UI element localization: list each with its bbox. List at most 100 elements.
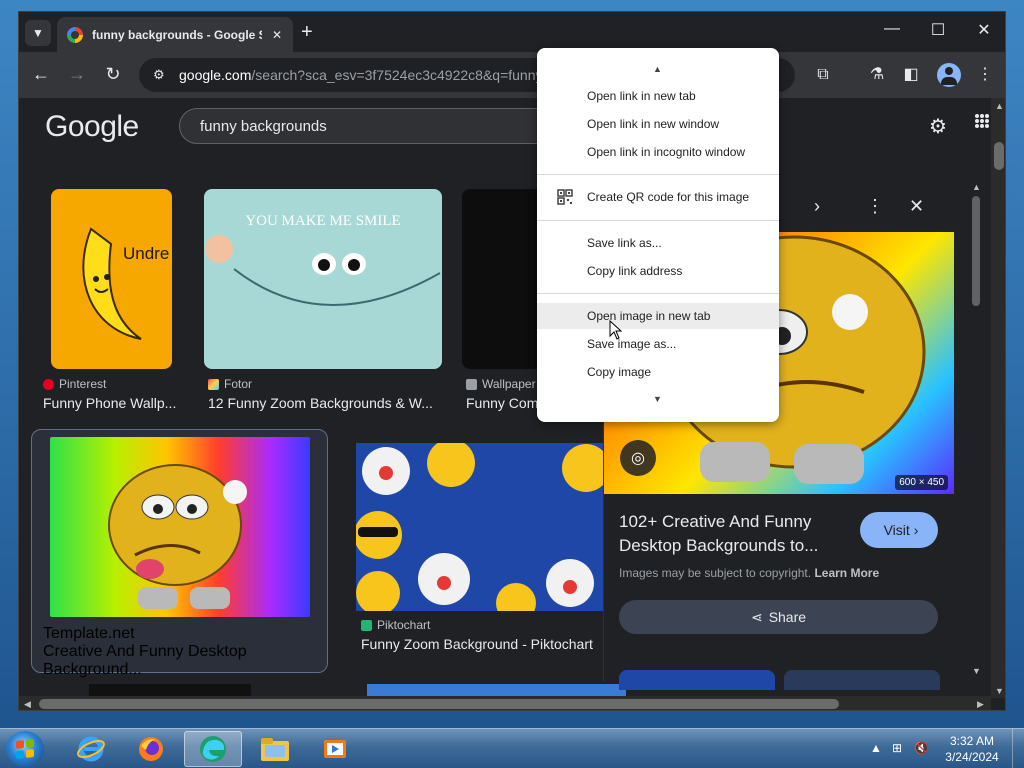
- menu-item-open-image-new-tab[interactable]: Open image in new tab: [537, 303, 779, 329]
- url-path: /search?sca_esv=3f7524ec3c4922c8&q=funny…: [251, 67, 551, 83]
- google-logo[interactable]: Google: [45, 110, 139, 144]
- minimize-button[interactable]: —: [877, 20, 907, 38]
- caret-down-icon[interactable]: ▼: [995, 686, 1004, 696]
- camera-lens-icon: ◎: [631, 450, 645, 467]
- panel-scrollbar-thumb[interactable]: [972, 196, 980, 306]
- profile-avatar[interactable]: [937, 63, 961, 87]
- result-title[interactable]: Funny Com: [466, 395, 546, 411]
- banana-image: Undre: [82, 227, 169, 340]
- menu-button[interactable]: ⋮: [973, 64, 997, 86]
- volume-muted-icon[interactable]: 🔇: [914, 741, 929, 755]
- maximize-button[interactable]: ☐: [923, 20, 953, 40]
- show-hidden-icons-button[interactable]: ▲: [870, 741, 882, 755]
- share-button[interactable]: ⋖ Share: [619, 600, 938, 634]
- caret-left-icon[interactable]: ◀: [24, 699, 31, 710]
- chevron-down-icon: ▼: [32, 26, 44, 40]
- emoji-pattern-image: [356, 443, 603, 611]
- minimize-icon: —: [884, 20, 900, 37]
- more-options-button[interactable]: ⋮: [866, 196, 884, 217]
- windows-logo-icon: [16, 739, 34, 759]
- url-host: google.com: [179, 67, 252, 83]
- related-image-thumbnail[interactable]: [619, 670, 775, 690]
- menu-item-save-image-as[interactable]: Save image as...: [537, 331, 779, 357]
- result-title[interactable]: Funny Phone Wallp...: [43, 395, 183, 411]
- menu-item-create-qr-code[interactable]: Create QR code for this image: [537, 184, 779, 210]
- caret-up-icon[interactable]: ▲: [972, 182, 981, 192]
- show-desktop-button[interactable]: [1012, 729, 1024, 768]
- result-thumbnail[interactable]: YOU MAKE ME SMILE: [204, 189, 442, 369]
- smile-text: YOU MAKE ME SMILE: [245, 213, 400, 229]
- menu-item-save-link-as[interactable]: Save link as...: [537, 230, 779, 256]
- close-panel-button[interactable]: ✕: [909, 196, 924, 217]
- banana-text: Undre: [123, 244, 169, 263]
- horizontal-scrollbar-thumb[interactable]: [39, 699, 839, 709]
- start-button[interactable]: [6, 731, 44, 767]
- new-tab-button[interactable]: +: [301, 22, 313, 42]
- menu-item-open-link-incognito[interactable]: Open link in incognito window: [537, 139, 779, 165]
- close-window-button[interactable]: ✕: [969, 20, 999, 40]
- close-icon[interactable]: ✕: [272, 28, 282, 42]
- menu-item-open-link-new-window[interactable]: Open link in new window: [537, 111, 779, 137]
- settings-button[interactable]: ⚙: [929, 114, 947, 139]
- page-horizontal-scrollbar[interactable]: ◀ ▶: [19, 696, 991, 710]
- result-title[interactable]: Funny Zoom Background - Piktochart: [361, 636, 601, 652]
- internet-explorer-icon: [77, 736, 105, 762]
- preview-title[interactable]: 102+ Creative And Funny Desktop Backgrou…: [619, 510, 849, 558]
- source-label: Piktochart: [377, 618, 431, 632]
- related-image-thumbnail[interactable]: [784, 670, 940, 690]
- caret-down-icon[interactable]: ▼: [972, 666, 981, 676]
- taskbar-firefox[interactable]: [122, 731, 180, 767]
- taskbar-internet-explorer[interactable]: [62, 731, 120, 767]
- taskbar-media-player[interactable]: [306, 731, 364, 767]
- tab-search-button[interactable]: ▼: [25, 20, 51, 46]
- result-card[interactable]: Undre Pinterest Funny Phone Wallp...: [43, 189, 191, 411]
- copyright-text: Images may be subject to copyright.: [619, 566, 812, 580]
- result-thumbnail[interactable]: [356, 443, 603, 611]
- gear-icon: ⚙: [929, 116, 947, 138]
- arrow-left-icon: ←: [32, 64, 50, 84]
- menu-item-copy-image[interactable]: Copy image: [537, 359, 779, 385]
- visit-button[interactable]: Visit ›: [860, 512, 938, 548]
- side-panel-button[interactable]: ◧: [899, 64, 923, 86]
- kebab-menu-icon: ⋮: [866, 196, 884, 216]
- chevron-right-icon: ›: [814, 196, 820, 216]
- result-thumbnail[interactable]: Undre: [51, 189, 172, 369]
- result-card[interactable]: YOU MAKE ME SMILE Fotor 12 Funny Zoom Ba…: [204, 189, 444, 411]
- tab-active[interactable]: funny backgrounds - Google S ✕: [57, 17, 293, 52]
- panel-scrollbar[interactable]: ▲ ▼: [971, 182, 981, 678]
- menu-separator: [537, 293, 779, 294]
- page-vertical-scrollbar[interactable]: ▲ ▼: [991, 98, 1005, 698]
- result-thumbnail[interactable]: [50, 437, 310, 617]
- source-label: Fotor: [224, 377, 253, 391]
- lens-search-button[interactable]: ◎: [620, 440, 656, 476]
- reload-button[interactable]: ↻: [101, 64, 125, 84]
- next-image-button[interactable]: ›: [814, 196, 820, 217]
- network-icon[interactable]: ⊞: [892, 741, 902, 755]
- result-source: Piktochart: [361, 618, 430, 632]
- taskbar-file-explorer[interactable]: [246, 731, 304, 767]
- vertical-scrollbar-thumb[interactable]: [994, 142, 1004, 170]
- scroll-up-caret-icon[interactable]: ▲: [653, 64, 662, 74]
- result-title[interactable]: Creative And Funny Desktop Background...: [43, 643, 319, 679]
- result-card[interactable]: Piktochart Funny Zoom Background - Pikto…: [343, 429, 603, 669]
- selected-result-card[interactable]: Template.net Creative And Funny Desktop …: [31, 429, 328, 678]
- labs-button[interactable]: ⚗: [865, 64, 889, 86]
- extensions-button[interactable]: ⧉: [811, 64, 835, 86]
- site-settings-icon[interactable]: ⚙: [153, 67, 171, 83]
- taskbar-edge[interactable]: [184, 731, 242, 767]
- caret-up-icon[interactable]: ▲: [995, 101, 1004, 111]
- system-clock[interactable]: 3:32 AM 3/24/2024: [940, 733, 1004, 765]
- learn-more-link[interactable]: Learn More: [814, 566, 879, 580]
- apps-grid-icon[interactable]: [975, 114, 989, 128]
- menu-item-copy-link-address[interactable]: Copy link address: [537, 258, 779, 284]
- search-query: funny backgrounds: [200, 117, 327, 135]
- media-player-icon: [324, 740, 346, 758]
- caret-right-icon[interactable]: ▶: [977, 699, 984, 710]
- result-title[interactable]: 12 Funny Zoom Backgrounds & W...: [208, 395, 444, 411]
- scroll-down-caret-icon[interactable]: ▼: [653, 394, 662, 404]
- back-button[interactable]: ←: [29, 64, 53, 84]
- menu-item-open-link-new-tab[interactable]: Open link in new tab: [537, 83, 779, 109]
- folder-icon: [261, 738, 289, 761]
- copyright-notice: Images may be subject to copyright. Lear…: [619, 566, 879, 580]
- forward-button[interactable]: →: [65, 64, 89, 84]
